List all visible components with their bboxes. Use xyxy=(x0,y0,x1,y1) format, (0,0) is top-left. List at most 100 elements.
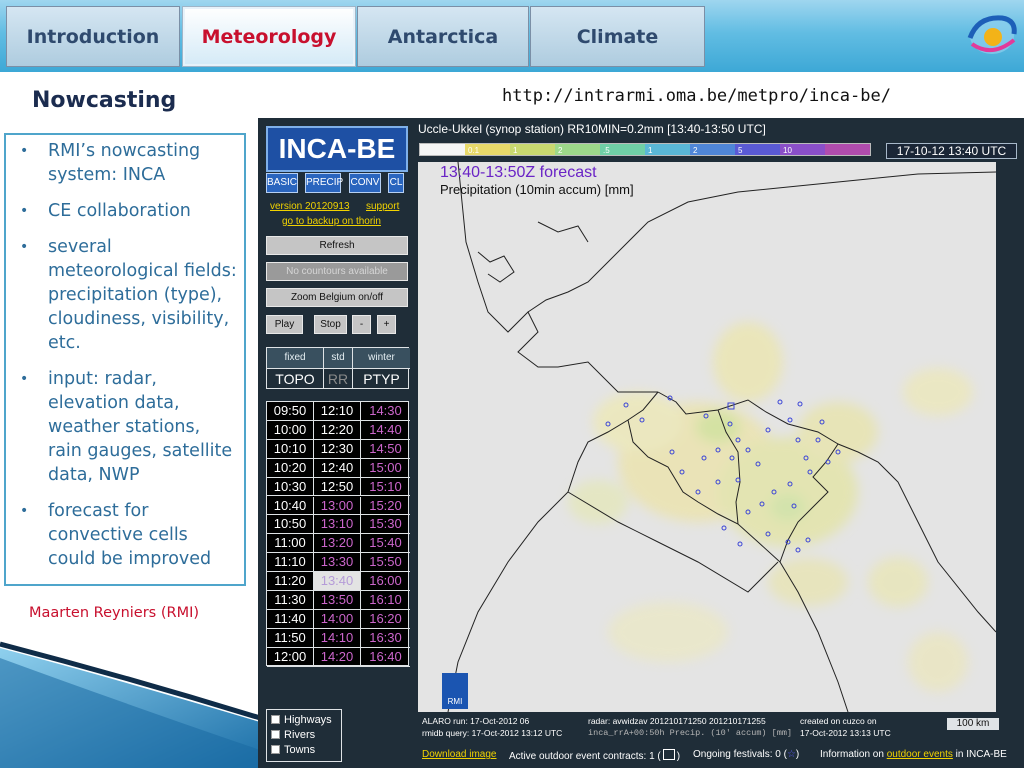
time-cell[interactable]: 15:10 xyxy=(361,478,410,497)
time-cell[interactable]: 10:10 xyxy=(267,439,314,459)
time-cell[interactable]: 12:40 xyxy=(314,458,361,478)
conv-button[interactable]: CONV xyxy=(349,173,381,193)
towns-toggle[interactable]: Towns xyxy=(271,742,337,757)
step-forward-button[interactable]: + xyxy=(377,315,396,334)
time-cell[interactable]: 13:20 xyxy=(314,534,361,554)
tab-meteorology[interactable]: Meteorology xyxy=(182,6,356,67)
time-cell[interactable]: 12:30 xyxy=(314,439,361,459)
time-cell[interactable]: 09:50 xyxy=(267,402,314,421)
inca-url-link[interactable]: http://intrarmi.oma.be/metpro/inca-be/ xyxy=(502,86,891,106)
time-cell[interactable]: 16:30 xyxy=(361,629,410,648)
highways-toggle[interactable]: Highways xyxy=(271,712,337,727)
mode-rr[interactable]: RR xyxy=(324,368,353,389)
play-button[interactable]: Play xyxy=(266,315,303,334)
alaro-run-info: ALARO run: 17-Oct-2012 06 xyxy=(422,716,530,726)
time-cell[interactable]: 11:30 xyxy=(267,591,314,610)
precipitation-map[interactable]: 13:40-13:50Z forecast Precipitation (10m… xyxy=(418,162,996,712)
time-cell[interactable]: 11:00 xyxy=(267,534,314,554)
mode-selector: fixed std winter TOPO RR PTYP xyxy=(266,347,410,389)
time-cell[interactable]: 16:00 xyxy=(361,572,410,591)
checkbox-icon[interactable] xyxy=(271,715,280,724)
time-cell[interactable]: 11:40 xyxy=(267,609,314,629)
time-cell[interactable]: 13:40 xyxy=(314,572,361,591)
version-link[interactable]: version 20120913 xyxy=(270,201,350,212)
time-cell[interactable]: 14:00 xyxy=(314,609,361,629)
legend-step xyxy=(825,144,870,155)
tab-climate[interactable]: Climate xyxy=(530,6,705,67)
tab-antarctica[interactable]: Antarctica xyxy=(357,6,529,67)
bullet-item: input: radar, elevation data, weather st… xyxy=(14,367,238,487)
time-cell[interactable]: 16:10 xyxy=(361,591,410,610)
time-cell[interactable]: 16:40 xyxy=(361,648,410,667)
star-icon[interactable]: ☆ xyxy=(787,749,796,760)
basic-button[interactable]: BASIC xyxy=(266,173,298,193)
bullet-item: several meteorological fields: precipita… xyxy=(14,235,238,355)
time-cell[interactable]: 15:20 xyxy=(361,497,410,516)
festivals-close: ) xyxy=(795,749,800,760)
time-cell[interactable]: 11:20 xyxy=(267,572,314,591)
time-cell[interactable]: 13:30 xyxy=(314,553,361,573)
checkbox-icon[interactable] xyxy=(271,730,280,739)
page-title: Nowcasting xyxy=(32,88,177,113)
refresh-button[interactable]: Refresh xyxy=(266,236,408,255)
outdoor-events-link[interactable]: outdoor events xyxy=(887,749,953,760)
stop-button[interactable]: Stop xyxy=(314,315,347,334)
map-scale-bar: 100 km xyxy=(947,718,999,730)
mode-header-winter: winter xyxy=(353,348,410,368)
author-credit: Maarten Reyniers (RMI) xyxy=(29,605,200,621)
mode-ptyp[interactable]: PTYP xyxy=(353,368,410,389)
support-link[interactable]: support xyxy=(366,201,399,212)
time-cell[interactable]: 11:50 xyxy=(267,628,314,648)
inca-control-panel: INCA-BE BASIC PRECIP CONV CL version 201… xyxy=(258,118,414,768)
bullet-item: RMI’s nowcasting system: INCA xyxy=(14,139,238,187)
time-cell[interactable]: 14:50 xyxy=(361,440,410,459)
bullet-list-box: RMI’s nowcasting system: INCA CE collabo… xyxy=(4,133,246,586)
mode-header-fixed: fixed xyxy=(267,348,324,368)
time-cell[interactable]: 15:50 xyxy=(361,553,410,573)
time-cell[interactable]: 10:50 xyxy=(267,515,314,535)
legend-step: 2 xyxy=(555,144,600,155)
institute-logo-icon xyxy=(967,15,1017,54)
time-cell[interactable]: 13:10 xyxy=(314,515,361,535)
step-back-button[interactable]: - xyxy=(352,315,371,334)
time-cell[interactable]: 15:40 xyxy=(361,534,410,554)
mode-topo[interactable]: TOPO xyxy=(267,368,324,389)
time-cell[interactable]: 10:40 xyxy=(267,496,314,516)
cloud-button[interactable]: CL xyxy=(388,173,404,193)
layer-label: Rivers xyxy=(284,728,316,741)
map-layers: Highways Rivers Towns xyxy=(266,709,342,762)
backup-thorin-link[interactable]: go to backup on thorin xyxy=(282,216,381,227)
time-cell[interactable]: 12:20 xyxy=(314,420,361,440)
legend-step xyxy=(420,144,465,155)
event-square-icon[interactable] xyxy=(662,749,675,760)
download-image-link[interactable]: Download image xyxy=(422,749,497,760)
legend-step: 10 xyxy=(780,144,825,155)
checkbox-icon[interactable] xyxy=(271,745,280,754)
top-navigation-bar: Introduction Meteorology Antarctica Clim… xyxy=(0,0,1024,72)
tab-introduction[interactable]: Introduction xyxy=(6,6,180,67)
time-cell[interactable]: 10:20 xyxy=(267,458,314,478)
tab-label: Climate xyxy=(576,25,659,48)
time-cell[interactable]: 16:20 xyxy=(361,610,410,629)
time-cell[interactable]: 13:00 xyxy=(314,496,361,516)
time-cell[interactable]: 11:10 xyxy=(267,553,314,573)
time-cell[interactable]: 14:20 xyxy=(314,647,361,667)
time-cell[interactable]: 14:40 xyxy=(361,421,410,440)
time-cell[interactable]: 12:00 xyxy=(267,647,314,667)
time-cell[interactable]: 13:50 xyxy=(314,591,361,610)
time-cell[interactable]: 10:00 xyxy=(267,420,314,440)
time-cell[interactable]: 15:00 xyxy=(361,459,410,478)
time-cell[interactable]: 12:50 xyxy=(314,477,361,497)
time-cell[interactable]: 14:10 xyxy=(314,628,361,648)
time-cell[interactable]: 14:30 xyxy=(361,402,410,421)
contours-button: No countours available xyxy=(266,262,408,281)
rivers-toggle[interactable]: Rivers xyxy=(271,727,337,742)
info-prefix: Information on xyxy=(820,749,884,760)
time-cell[interactable]: 15:30 xyxy=(361,515,410,535)
precip-button[interactable]: PRECIP xyxy=(305,173,343,193)
time-cell[interactable]: 12:10 xyxy=(314,402,361,421)
zoom-belgium-button[interactable]: Zoom Belgium on/off xyxy=(266,288,408,307)
festivals-label: Ongoing festivals: 0 ( xyxy=(693,749,787,760)
legend-step: 0.1 xyxy=(465,144,510,155)
time-cell[interactable]: 10:30 xyxy=(267,477,314,497)
